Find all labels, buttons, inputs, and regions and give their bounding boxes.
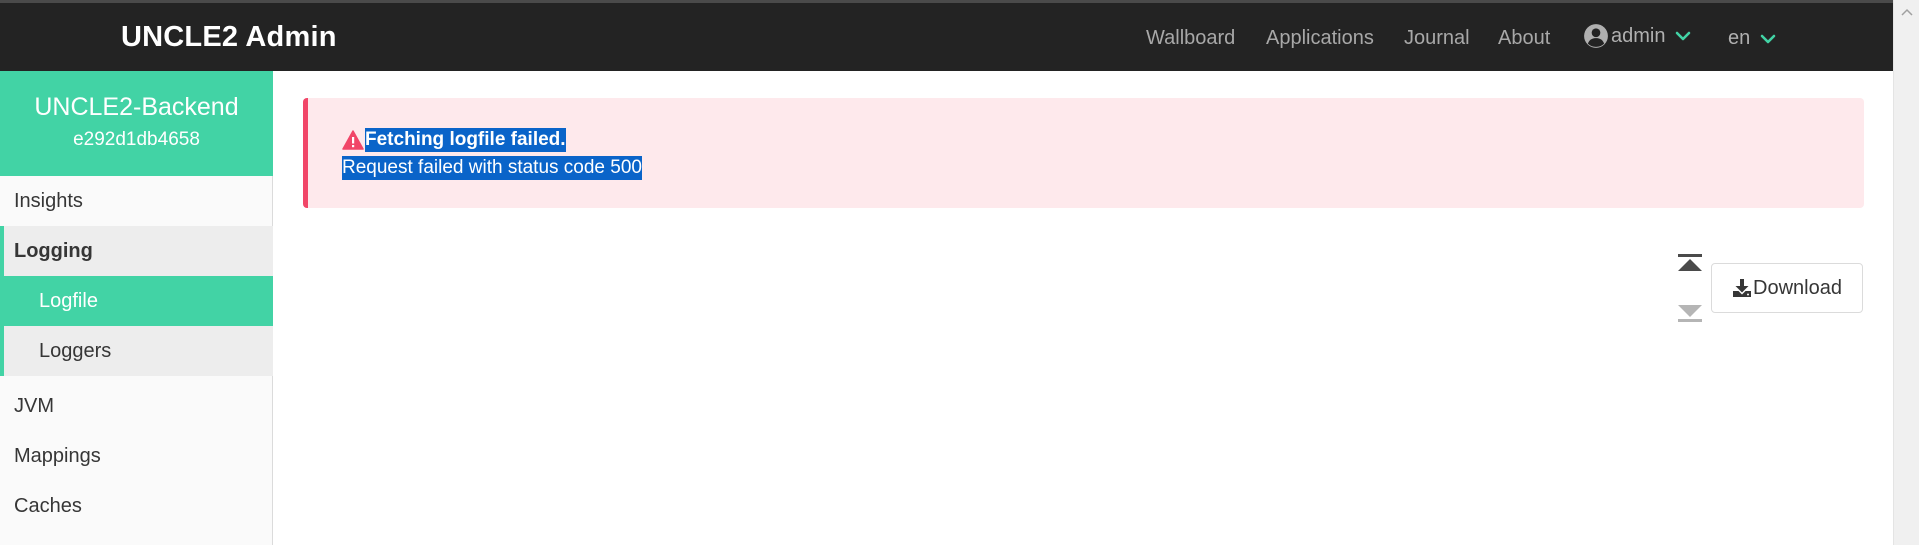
sidebar-item-logging[interactable]: Logging	[0, 226, 273, 276]
user-menu[interactable]: admin	[1583, 23, 1691, 49]
warning-triangle-icon	[342, 130, 364, 150]
scroll-to-top-icon[interactable]	[1677, 253, 1703, 273]
scroll-up-arrow-icon[interactable]	[1901, 8, 1913, 16]
sidebar-item-loggers[interactable]: Loggers	[0, 326, 273, 376]
download-label: Download	[1753, 276, 1842, 299]
page-scrollbar[interactable]	[1893, 0, 1919, 545]
instance-id: e292d1db4658	[73, 129, 200, 150]
nav-link-about[interactable]: About	[1498, 27, 1550, 50]
error-alert: Fetching logfile failed. Request failed …	[303, 98, 1864, 208]
sidebar-item-caches[interactable]: Caches	[0, 481, 273, 531]
alert-title: Fetching logfile failed.	[365, 128, 566, 152]
chevron-down-icon	[1760, 34, 1776, 43]
nav-link-applications[interactable]: Applications	[1266, 27, 1374, 50]
alert-message: Request failed with status code 500	[342, 156, 642, 180]
sidebar: UNCLE2-Backend e292d1db4658 Insights Log…	[0, 71, 273, 545]
language-menu[interactable]: en	[1728, 27, 1776, 50]
instance-name: UNCLE2-Backend	[34, 93, 239, 121]
user-name: admin	[1611, 24, 1666, 47]
sidebar-item-logfile[interactable]: Logfile	[0, 276, 273, 326]
nav-link-wallboard[interactable]: Wallboard	[1146, 27, 1235, 50]
language-code: en	[1728, 27, 1751, 49]
download-icon	[1733, 279, 1752, 297]
sidebar-item-jvm[interactable]: JVM	[0, 381, 273, 431]
alert-title-row: Fetching logfile failed.	[342, 128, 566, 152]
user-circle-icon	[1584, 24, 1608, 48]
top-navbar: UNCLE2 Admin Wallboard Applications Jour…	[0, 0, 1893, 71]
download-button[interactable]: Download	[1711, 263, 1863, 313]
sidebar-item-insights[interactable]: Insights	[0, 176, 273, 226]
chevron-down-icon	[1676, 31, 1691, 41]
scroll-to-bottom-icon[interactable]	[1677, 303, 1703, 323]
brand-title[interactable]: UNCLE2 Admin	[121, 21, 337, 54]
nav-link-journal[interactable]: Journal	[1404, 27, 1470, 50]
instance-header[interactable]: UNCLE2-Backend e292d1db4658	[0, 71, 273, 176]
sidebar-item-mappings[interactable]: Mappings	[0, 431, 273, 481]
